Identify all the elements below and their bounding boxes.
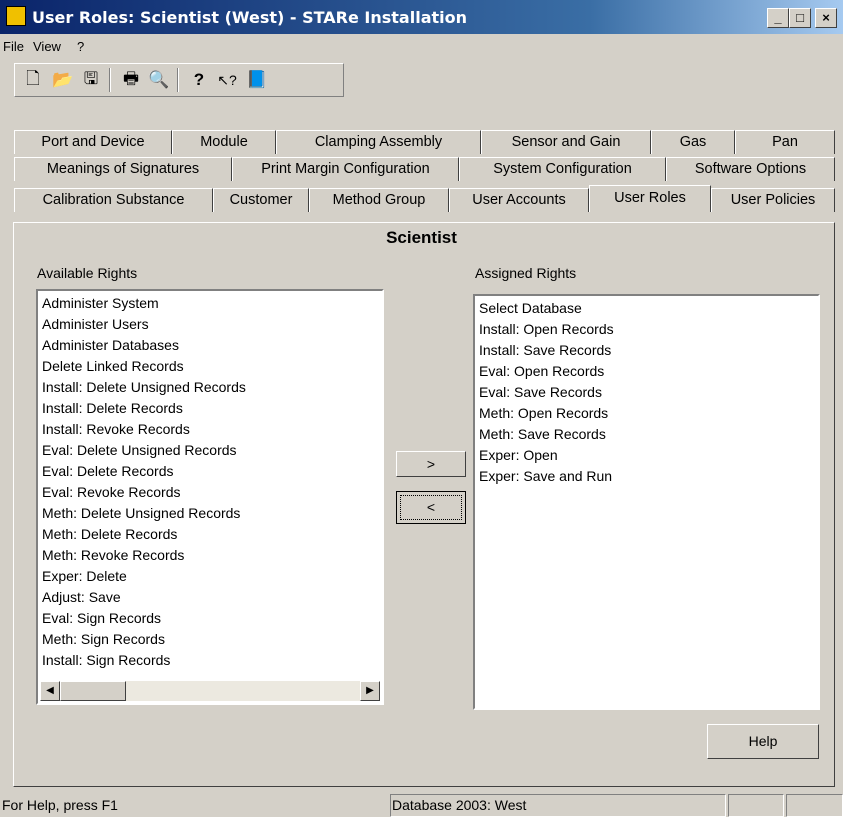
status-pane-grip: [786, 794, 843, 817]
available-right-item[interactable]: Install: Delete Records: [42, 398, 382, 419]
assigned-rights-label: Assigned Rights: [475, 265, 577, 281]
tab-system-configuration[interactable]: System Configuration: [459, 157, 666, 181]
available-rights-list[interactable]: Administer System Administer Users Adminis…: [36, 289, 384, 705]
available-right-item[interactable]: Meth: Delete Records: [42, 524, 382, 545]
available-rights-label: Available Rights: [37, 265, 138, 281]
assigned-right-item[interactable]: Select Database: [479, 298, 818, 319]
available-right-item[interactable]: Eval: Delete Records: [42, 461, 382, 482]
scroll-left-arrow-icon[interactable]: ◀: [40, 681, 60, 701]
print-icon[interactable]: 🖶: [119, 69, 143, 91]
tab-meanings-of-signatures[interactable]: Meanings of Signatures: [14, 157, 232, 181]
horizontal-scrollbar[interactable]: ◀ ▶: [40, 681, 380, 701]
menu-file[interactable]: File: [3, 39, 24, 54]
new-document-icon[interactable]: 🗋: [21, 69, 45, 91]
available-right-item[interactable]: Install: Revoke Records: [42, 419, 382, 440]
status-bar: For Help, press F1 Database 2003: West: [0, 790, 843, 817]
assigned-right-item[interactable]: Install: Open Records: [479, 319, 818, 340]
focus-rectangle: [400, 495, 462, 520]
remove-right-button[interactable]: <: [396, 491, 466, 524]
tab-module[interactable]: Module: [172, 130, 276, 154]
available-rights-items: Administer System Administer Users Adminis…: [38, 291, 382, 671]
assigned-right-item[interactable]: Meth: Open Records: [479, 403, 818, 424]
tab-port-and-device[interactable]: Port and Device: [14, 130, 172, 154]
available-right-item[interactable]: Eval: Sign Records: [42, 608, 382, 629]
status-pane-empty: [728, 794, 784, 817]
scroll-right-arrow-icon[interactable]: ▶: [360, 681, 380, 701]
menu-help[interactable]: ?: [77, 39, 84, 54]
menu-view[interactable]: View: [33, 39, 61, 54]
assigned-right-item[interactable]: Install: Save Records: [479, 340, 818, 361]
tab-gas[interactable]: Gas: [651, 130, 735, 154]
tab-customer[interactable]: Customer: [213, 188, 309, 212]
assigned-right-item[interactable]: Meth: Save Records: [479, 424, 818, 445]
available-right-item[interactable]: Administer System: [42, 293, 382, 314]
context-help-icon[interactable]: ↖?: [215, 69, 239, 91]
assigned-right-item[interactable]: Eval: Open Records: [479, 361, 818, 382]
available-right-item[interactable]: Adjust: Save: [42, 587, 382, 608]
assigned-rights-items: Select Database Install: Open Records Inst…: [475, 296, 818, 487]
toolbar-separator: [109, 68, 111, 92]
assigned-right-item[interactable]: Exper: Save and Run: [479, 466, 818, 487]
available-right-item[interactable]: Administer Databases: [42, 335, 382, 356]
available-right-item[interactable]: Meth: Sign Records: [42, 629, 382, 650]
available-right-item[interactable]: Delete Linked Records: [42, 356, 382, 377]
tab-calibration-substance[interactable]: Calibration Substance: [14, 188, 213, 212]
tab-software-options[interactable]: Software Options: [666, 157, 835, 181]
status-database: Database 2003: West: [390, 794, 726, 817]
window-title: User Roles: Scientist (West) - STARe Ins…: [32, 8, 467, 27]
available-right-item[interactable]: Administer Users: [42, 314, 382, 335]
available-right-item[interactable]: Meth: Revoke Records: [42, 545, 382, 566]
close-button[interactable]: ×: [815, 8, 837, 28]
help-icon[interactable]: ?: [187, 69, 211, 91]
title-bar: User Roles: Scientist (West) - STARe Ins…: [0, 0, 843, 34]
maximize-button[interactable]: □: [789, 8, 811, 28]
available-right-item[interactable]: Install: Delete Unsigned Records: [42, 377, 382, 398]
available-right-item[interactable]: Meth: Delete Unsigned Records: [42, 503, 382, 524]
tab-method-group[interactable]: Method Group: [309, 188, 449, 212]
menu-bar: File View ?: [0, 36, 843, 58]
open-folder-icon[interactable]: 📂: [51, 69, 75, 91]
role-title: Scientist: [386, 228, 457, 247]
tab-clamping-assembly[interactable]: Clamping Assembly: [276, 130, 481, 154]
minimize-button[interactable]: _: [767, 8, 789, 28]
app-icon: [6, 6, 26, 26]
tab-print-margin-configuration[interactable]: Print Margin Configuration: [232, 157, 459, 181]
available-right-item[interactable]: Exper: Delete: [42, 566, 382, 587]
scroll-thumb[interactable]: [60, 681, 126, 701]
tab-user-accounts[interactable]: User Accounts: [449, 188, 589, 212]
available-right-item[interactable]: Install: Sign Records: [42, 650, 382, 671]
toolbar-separator: [177, 68, 179, 92]
status-help-text: For Help, press F1: [2, 797, 118, 813]
help-button[interactable]: Help: [707, 724, 819, 759]
toolbar: 🗋 📂 🖫 🖶 🔍 ? ↖? 📘: [14, 63, 344, 97]
assigned-right-item[interactable]: Exper: Open: [479, 445, 818, 466]
tab-user-policies[interactable]: User Policies: [711, 188, 835, 212]
tab-pan[interactable]: Pan: [735, 130, 835, 154]
tab-user-roles[interactable]: User Roles: [589, 185, 711, 212]
book-icon[interactable]: 📘: [245, 69, 269, 91]
save-disk-icon[interactable]: 🖫: [79, 69, 103, 91]
assigned-right-item[interactable]: Eval: Save Records: [479, 382, 818, 403]
available-right-item[interactable]: Eval: Delete Unsigned Records: [42, 440, 382, 461]
assigned-rights-list[interactable]: Select Database Install: Open Records Inst…: [473, 294, 820, 710]
tab-sensor-and-gain[interactable]: Sensor and Gain: [481, 130, 651, 154]
available-right-item[interactable]: Eval: Revoke Records: [42, 482, 382, 503]
add-right-button[interactable]: >: [396, 451, 466, 477]
print-preview-icon[interactable]: 🔍: [147, 69, 171, 91]
